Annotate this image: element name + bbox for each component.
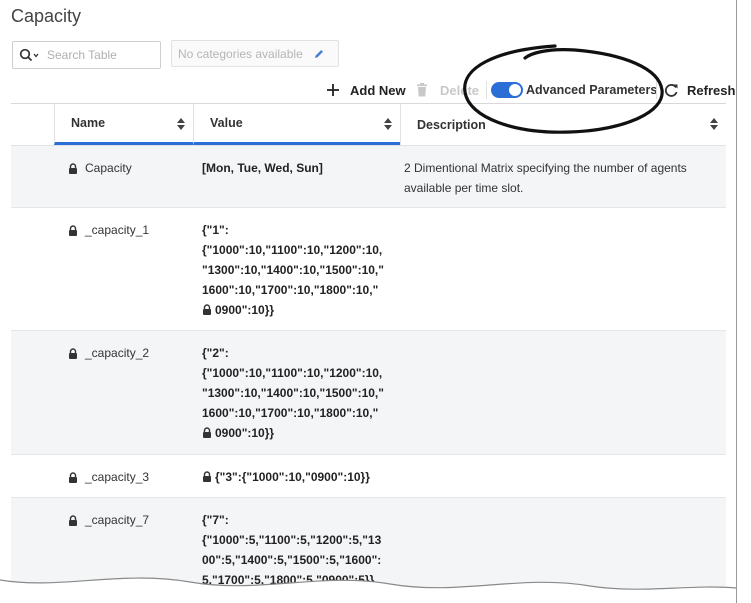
row-value: {"1": {"1000":10,"1100":10,"1200":10, "1…	[202, 220, 392, 320]
value-line: {"1":	[202, 223, 229, 237]
column-header-value[interactable]: Value	[193, 104, 400, 145]
value-line: "1300":10,"1400":10,"1500":10,"	[202, 263, 384, 277]
select-column-header	[11, 104, 54, 145]
row-value: [Mon, Tue, Wed, Sun]	[202, 158, 392, 178]
sort-icon[interactable]	[177, 118, 185, 130]
row-name: Capacity	[68, 158, 132, 178]
page-title: Capacity	[11, 6, 82, 26]
row-name-label: _capacity_1	[85, 223, 150, 237]
value-line: 0900":10}}	[215, 303, 275, 317]
lock-icon	[68, 224, 78, 236]
row-name-label: Capacity	[85, 161, 132, 175]
value-line: {"3":{"1000":10,"0900":10}}	[215, 470, 370, 484]
column-header-description[interactable]: Description	[400, 104, 726, 145]
row-name: _capacity_3	[68, 467, 149, 487]
refresh-label: Refresh	[687, 82, 736, 98]
advanced-parameters-label: Advanced Parameters	[526, 83, 658, 97]
sort-icon[interactable]	[384, 118, 392, 130]
row-value: {"7": {"1000":5,"1100":5,"1200":5,"13 00…	[202, 510, 392, 590]
search-icon[interactable]	[13, 48, 45, 62]
advanced-parameters-toggle[interactable]: Advanced Parameters	[491, 79, 657, 101]
toolbar-divider	[486, 81, 487, 99]
value-line: 0900":10}}	[215, 426, 275, 440]
row-value: {"2": {"1000":10,"1100":10,"1200":10, "1…	[202, 343, 392, 443]
trash-icon	[417, 83, 427, 97]
lock-icon	[68, 514, 78, 526]
value-line: [Mon, Tue, Wed, Sun]	[202, 161, 323, 175]
row-name: _capacity_2	[68, 343, 149, 363]
delete-label: Delete	[440, 82, 480, 98]
column-name-label: Name	[71, 116, 106, 130]
row-name-label: _capacity_3	[85, 470, 150, 484]
toolbar-divider	[656, 81, 657, 99]
add-new-button[interactable]: Add New	[326, 79, 406, 101]
value-line: "1300":10,"1400":10,"1500":10,"	[202, 386, 384, 400]
lock-icon	[202, 471, 212, 482]
table-row[interactable]: _capacity_3 {"3":{"1000":10,"0900":10}}	[11, 455, 726, 498]
column-value-label: Value	[210, 116, 243, 130]
row-name: _capacity_1	[68, 220, 149, 240]
row-value: {"3":{"1000":10,"0900":10}}	[202, 467, 392, 487]
refresh-icon	[664, 84, 678, 97]
table-row[interactable]: Capacity [Mon, Tue, Wed, Sun] 2 Dimentio…	[11, 146, 726, 208]
value-line: {"1000":5,"1100":5,"1200":5,"13	[202, 533, 382, 547]
table-header: Name Value Description	[11, 104, 726, 146]
value-line: 5,"1700":5,"1800":5,"0900":5}}	[202, 573, 375, 587]
lock-icon	[68, 471, 78, 483]
value-line-last: 0900":10}}	[202, 423, 392, 443]
value-line: {"7":	[202, 513, 229, 527]
table-toolbar: Add New Delete Advanced Parameters Refre…	[326, 79, 736, 101]
table-row[interactable]: _capacity_2 {"2": {"1000":10,"1100":10,"…	[11, 331, 726, 455]
value-line: {"1000":10,"1100":10,"1200":10,	[202, 243, 383, 257]
add-new-label: Add New	[350, 82, 406, 98]
column-header-name[interactable]: Name	[54, 104, 193, 145]
search-input[interactable]	[45, 47, 154, 63]
capacity-panel: Capacity No categories available Add New	[0, 0, 737, 603]
pencil-icon[interactable]	[313, 48, 325, 60]
value-line: {"2":	[202, 346, 229, 360]
row-name-label: _capacity_2	[85, 346, 150, 360]
value-line-last: 0900":10}}	[202, 300, 392, 320]
lock-icon	[68, 347, 78, 359]
toggle-switch[interactable]	[491, 82, 523, 98]
table-row[interactable]: _capacity_1 {"1": {"1000":10,"1100":10,"…	[11, 208, 726, 331]
column-description-label: Description	[417, 117, 486, 132]
row-description: 2 Dimentional Matrix specifying the numb…	[404, 161, 687, 195]
value-line: {"1000":10,"1100":10,"1200":10,	[202, 366, 383, 380]
row-name: _capacity_7	[68, 510, 149, 530]
value-line: 00":5,"1400":5,"1500":5,"1600":	[202, 553, 382, 567]
value-line: 1600":10,"1700":10,"1800":10,"	[202, 283, 379, 297]
table-row[interactable]: _capacity_7 {"7": {"1000":5,"1100":5,"12…	[11, 498, 726, 603]
plus-icon	[327, 84, 339, 96]
delete-button[interactable]: Delete	[416, 79, 479, 101]
category-label: No categories available	[178, 46, 303, 61]
sort-icon[interactable]	[710, 118, 718, 130]
search-box[interactable]	[12, 41, 161, 69]
capacity-table: Name Value Description Capacity [Mon, Tu…	[11, 103, 726, 603]
lock-icon	[202, 304, 212, 315]
category-filter[interactable]: No categories available	[171, 40, 339, 67]
refresh-button[interactable]: Refresh	[663, 79, 735, 101]
lock-icon	[202, 427, 212, 438]
row-name-label: _capacity_7	[85, 513, 150, 527]
value-line-last: {"3":{"1000":10,"0900":10}}	[202, 467, 392, 487]
lock-icon	[68, 162, 78, 174]
value-line: 1600":10,"1700":10,"1800":10,"	[202, 406, 379, 420]
